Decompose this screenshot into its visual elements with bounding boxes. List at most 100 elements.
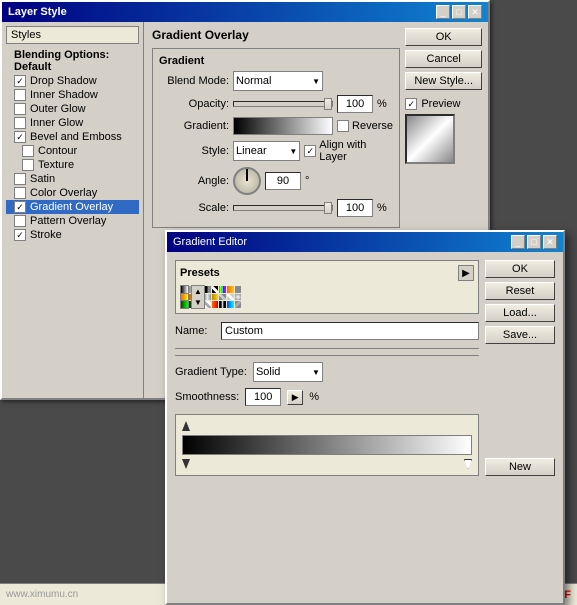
scroll-down-btn[interactable]: ▼ [193, 297, 203, 308]
sidebar-item-stroke[interactable]: Stroke [6, 228, 139, 242]
ge-ok-button[interactable]: OK [485, 260, 555, 278]
gradient-type-dropdown[interactable]: Solid ▼ [253, 362, 323, 382]
gradient-section-box: Gradient Blend Mode: Normal ▼ Opacity: [152, 48, 400, 228]
smoothness-label: Smoothness: [175, 391, 239, 403]
opacity-slider[interactable] [233, 101, 333, 107]
scroll-up-btn[interactable]: ▲ [193, 286, 203, 297]
preset-23[interactable] [227, 301, 234, 308]
ge-load-button[interactable]: Load... [485, 304, 555, 322]
cancel-button[interactable]: Cancel [405, 50, 482, 68]
stop-bottom-left[interactable] [182, 459, 190, 469]
sidebar-item-texture[interactable]: Texture [6, 158, 139, 172]
sidebar-item-bevel-emboss[interactable]: Bevel and Emboss [6, 130, 139, 144]
sidebar-item-outer-glow[interactable]: Outer Glow [6, 102, 139, 116]
blend-mode-arrow: ▼ [312, 77, 320, 86]
name-input[interactable] [221, 322, 479, 340]
sidebar-item-contour[interactable]: Contour [6, 144, 139, 158]
minimize-btn[interactable]: _ [436, 5, 450, 19]
ok-button[interactable]: OK [405, 28, 482, 46]
inner-glow-checkbox[interactable] [14, 117, 26, 129]
preset-17[interactable] [181, 301, 188, 308]
color-overlay-checkbox[interactable] [14, 187, 26, 199]
texture-checkbox[interactable] [22, 159, 34, 171]
sidebar-item-inner-glow[interactable]: Inner Glow [6, 116, 139, 130]
ge-new-button[interactable]: New [485, 458, 555, 476]
preset-14[interactable] [219, 294, 226, 301]
satin-checkbox[interactable] [14, 173, 26, 185]
close-btn[interactable]: ✕ [468, 5, 482, 19]
inner-shadow-checkbox[interactable] [14, 89, 26, 101]
pattern-overlay-checkbox[interactable] [14, 215, 26, 227]
presets-scrollbar[interactable]: ▲ ▼ [191, 285, 205, 309]
blend-mode-label: Blend Mode: [159, 75, 229, 87]
outer-glow-checkbox[interactable] [14, 103, 26, 115]
ge-reset-button[interactable]: Reset [485, 282, 555, 300]
preset-21[interactable] [212, 301, 219, 308]
opacity-input[interactable] [337, 95, 373, 113]
presets-expand-btn[interactable]: ▶ [458, 265, 474, 281]
scale-input[interactable] [337, 199, 373, 217]
blend-mode-dropdown[interactable]: Normal ▼ [233, 71, 323, 91]
smoothness-stepper[interactable]: ▶ [287, 390, 303, 405]
style-dropdown[interactable]: Linear ▼ [233, 141, 300, 161]
sidebar-item-gradient-overlay[interactable]: Gradient Overlay [6, 200, 139, 214]
presets-title: Presets [180, 267, 220, 279]
gradient-bar[interactable] [182, 435, 472, 455]
gradient-editor-buttons: OK Reset Load... Save... New [485, 260, 555, 476]
scale-label: Scale: [159, 202, 229, 214]
sidebar-item-blending-options[interactable]: Blending Options: Default [6, 48, 139, 74]
preset-5[interactable] [212, 286, 219, 293]
presets-header: Presets ▶ [180, 265, 474, 281]
ge-close-btn[interactable]: ✕ [543, 235, 557, 249]
maximize-btn[interactable]: □ [452, 5, 466, 19]
align-layer-checkbox[interactable] [304, 145, 316, 157]
gradient-type-row: Gradient Type: Solid ▼ [175, 355, 479, 382]
preset-24[interactable] [235, 301, 242, 308]
gradient-preview[interactable] [233, 117, 333, 135]
preview-checkbox[interactable] [405, 98, 417, 110]
preset-13[interactable] [212, 294, 219, 301]
sidebar-item-drop-shadow[interactable]: Drop Shadow [6, 74, 139, 88]
stop-top-left[interactable] [182, 421, 190, 431]
preview-section: Preview [405, 98, 482, 110]
preset-9[interactable] [181, 294, 188, 301]
sidebar-item-satin[interactable]: Satin [6, 172, 139, 186]
scale-slider[interactable] [233, 205, 333, 211]
smoothness-input[interactable] [245, 388, 281, 406]
preset-20[interactable] [204, 301, 211, 308]
gradient-editor-body: Presets ▶ [167, 252, 563, 484]
angle-label: Angle: [159, 175, 229, 187]
smoothness-row: Smoothness: ▶ % [175, 388, 479, 406]
preset-1[interactable] [181, 286, 188, 293]
preset-15[interactable] [227, 294, 234, 301]
contour-checkbox[interactable] [22, 145, 34, 157]
preset-6[interactable] [219, 286, 226, 293]
preset-12[interactable] [204, 294, 211, 301]
new-style-button[interactable]: New Style... [405, 72, 482, 90]
stop-bottom-right[interactable] [464, 459, 472, 469]
angle-dial[interactable] [233, 167, 261, 195]
presets-wrapper: ▲ ▼ [180, 285, 474, 309]
sidebar-item-inner-shadow[interactable]: Inner Shadow [6, 88, 139, 102]
preset-7[interactable] [227, 286, 234, 293]
presets-section: Presets ▶ [175, 260, 479, 314]
gradient-overlay-checkbox[interactable] [14, 201, 26, 213]
preset-8[interactable] [235, 286, 242, 293]
preset-22[interactable] [219, 301, 226, 308]
gradient-overlay-title: Gradient Overlay [152, 28, 400, 42]
ge-save-button[interactable]: Save... [485, 326, 555, 344]
drop-shadow-checkbox[interactable] [14, 75, 26, 87]
ge-minimize-btn[interactable]: _ [511, 235, 525, 249]
ge-maximize-btn[interactable]: □ [527, 235, 541, 249]
preset-4[interactable] [204, 286, 211, 293]
sidebar-item-pattern-overlay[interactable]: Pattern Overlay [6, 214, 139, 228]
angle-input[interactable] [265, 172, 301, 190]
stroke-checkbox[interactable] [14, 229, 26, 241]
gradient-type-arrow: ▼ [312, 368, 320, 377]
bevel-emboss-checkbox[interactable] [14, 131, 26, 143]
sidebar-item-color-overlay[interactable]: Color Overlay [6, 186, 139, 200]
gradient-type-label: Gradient Type: [175, 366, 247, 378]
reverse-checkbox[interactable] [337, 120, 349, 132]
name-label: Name: [175, 325, 215, 337]
preset-16[interactable] [235, 294, 242, 301]
